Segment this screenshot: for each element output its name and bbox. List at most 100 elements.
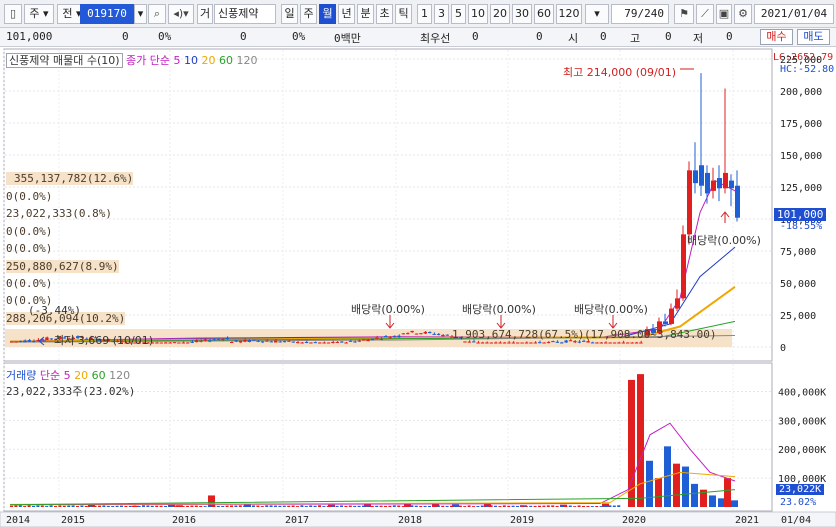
candle-body — [555, 341, 559, 343]
volume-profile-label-5: 250,880,627(8.9%) — [6, 260, 119, 273]
x-tick-label: 01/04 — [781, 515, 811, 526]
period-button-month[interactable]: 월 — [319, 4, 336, 24]
candle-body — [208, 340, 212, 342]
candle-body — [326, 342, 331, 344]
sell-button[interactable]: 매도 — [797, 29, 830, 45]
candle-body — [687, 170, 692, 235]
volume-tick-label: 200,000K — [778, 445, 826, 456]
price-legend-title[interactable]: 신풍제약 매물대 수(10) — [6, 53, 123, 68]
candle-body — [370, 338, 375, 341]
candle-body — [608, 342, 612, 344]
interval-button-5[interactable]: 5 — [451, 4, 466, 24]
period-minute-label: 분 — [360, 7, 371, 20]
stock-code-input[interactable]: 019170 — [80, 4, 134, 24]
open-label: 시 — [568, 32, 579, 45]
candle-body — [445, 334, 449, 336]
period-button-year[interactable]: 년 — [338, 4, 355, 24]
volume-bar — [186, 505, 189, 507]
candle-body — [265, 340, 269, 342]
volume-bar — [199, 505, 203, 507]
chart-type-select[interactable]: 주 ▾ — [24, 4, 54, 24]
interval-button-30[interactable]: 30 — [512, 4, 532, 24]
candle-body — [260, 341, 265, 343]
stock-name-field[interactable]: 신풍제약 — [214, 4, 276, 24]
volume-bar — [551, 505, 555, 507]
tools-icon[interactable]: ⚑ — [674, 4, 694, 24]
volume-bar — [608, 505, 612, 507]
interval-5-label: 5 — [455, 7, 462, 20]
volume-bar — [300, 505, 304, 507]
volume-bar — [260, 506, 264, 507]
candle-body — [287, 340, 291, 342]
period-button-minute[interactable]: 분 — [357, 4, 374, 24]
period-button-day[interactable]: 일 — [281, 4, 298, 24]
sound-icon[interactable]: ◂)▾ — [168, 4, 194, 24]
volume-bar — [397, 505, 401, 507]
candle-body — [681, 234, 686, 299]
candle-body — [476, 342, 480, 344]
candle-body — [577, 341, 581, 343]
current-change-pct: -18.55% — [780, 221, 823, 232]
volume-bar — [520, 505, 524, 507]
volume-bar — [375, 505, 379, 507]
volume-bar — [480, 505, 484, 507]
volume-bar — [111, 506, 115, 507]
chart-area[interactable]: 225,000200,000175,000150,000125,000100,0… — [0, 47, 836, 527]
volume-bar — [216, 505, 220, 507]
volume-current-pill: 23,022K — [776, 484, 825, 495]
volume-bar — [208, 505, 211, 507]
window-icon[interactable]: ▯ — [4, 4, 22, 24]
code-dropdown-icon[interactable]: ▾ — [134, 4, 147, 24]
vol-ma60-legend: 60 — [91, 369, 106, 382]
candle-body — [274, 340, 278, 343]
volume-bar — [577, 505, 581, 507]
period-button-second[interactable]: 초 — [376, 4, 393, 24]
volume-bar — [731, 500, 738, 507]
interval-button-60[interactable]: 60 — [534, 4, 554, 24]
candle-body — [331, 342, 335, 344]
save-icon[interactable]: ▣ — [716, 4, 732, 24]
candle-body — [186, 342, 190, 344]
interval-button-10[interactable]: 10 — [468, 4, 488, 24]
volume-bar — [234, 505, 238, 507]
x-tick-label: 2021 — [735, 515, 759, 526]
volume-bar — [344, 505, 348, 507]
stock-name-value: 신풍제약 — [218, 7, 259, 20]
candle-body — [318, 342, 322, 344]
period-button-tick[interactable]: 틱 — [395, 4, 412, 24]
candle-body — [269, 341, 273, 343]
custom-interval-dropdown[interactable]: ▾ — [585, 4, 609, 24]
volume-bar — [304, 506, 308, 507]
candle-body — [344, 342, 348, 344]
interval-120-label: 120 — [558, 7, 580, 20]
search-icon[interactable]: ⌕ — [148, 4, 166, 24]
volume-bar — [366, 506, 370, 507]
candle-body — [529, 342, 533, 344]
interval-button-120[interactable]: 120 — [556, 4, 582, 24]
period-button-week[interactable]: 주 — [300, 4, 317, 24]
interval-button-3[interactable]: 3 — [434, 4, 449, 24]
volume-bar — [45, 506, 49, 507]
volume-ma-label: 단순 — [39, 369, 61, 382]
dividend-label-2018: 배당락(0.00%) — [351, 303, 425, 316]
volume-bar — [230, 505, 233, 507]
date-value: 2021/01/04 — [760, 7, 828, 20]
candle-body — [388, 337, 392, 339]
candle-body — [18, 340, 23, 342]
draw-line-icon[interactable]: ⟋ — [696, 4, 714, 24]
volume-bar — [18, 505, 22, 507]
date-field[interactable]: 2021/01/04 — [754, 4, 834, 24]
candle-body — [27, 340, 31, 342]
candle-body — [560, 342, 564, 344]
volume-bar — [546, 505, 550, 507]
interval-button-1[interactable]: 1 — [417, 4, 432, 24]
volume-bar — [146, 505, 150, 507]
price-tick-label: 50,000 — [780, 279, 816, 290]
buy-button[interactable]: 매수 — [760, 29, 793, 45]
interval-button-20[interactable]: 20 — [490, 4, 510, 24]
candle-body — [699, 165, 704, 186]
gear-icon[interactable]: ⚙ — [734, 4, 752, 24]
volume-legend-title[interactable]: 거래량 — [6, 369, 36, 382]
volume-bar — [243, 505, 247, 507]
volume-bar — [612, 505, 616, 507]
